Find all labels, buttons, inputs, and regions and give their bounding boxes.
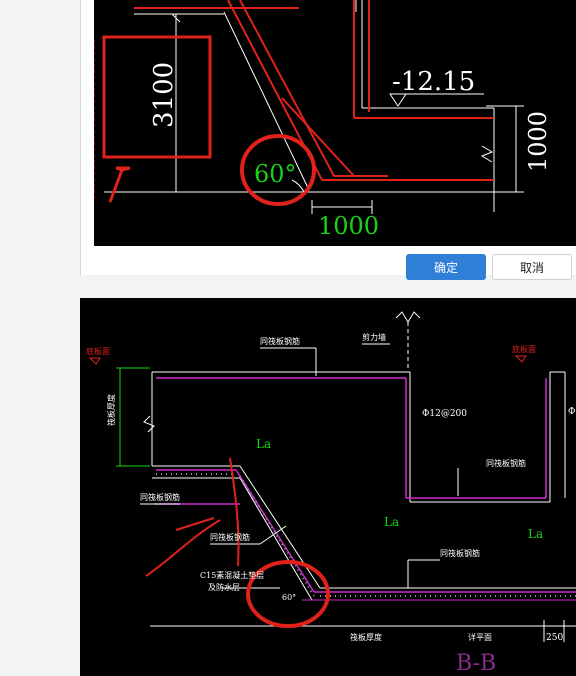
wall-label: 剪力墙: [362, 332, 386, 342]
dim-bottom-1000: 1000: [318, 212, 379, 240]
left-gutter: [0, 0, 60, 676]
cushion-label: C15素混凝土垫层: [200, 570, 264, 580]
waterproof-label: 及防水层: [208, 582, 240, 592]
rebar-left-label: 同筏板钢筋: [140, 492, 180, 502]
angle-label: 60°: [254, 160, 297, 188]
rebar-mid-label: 同筏板钢筋: [486, 458, 526, 468]
section-label: B-B: [456, 651, 496, 676]
angle-small-label: 60°: [282, 593, 296, 602]
cad-section-bb: 底板面 底板面 同筏板钢筋 剪力墙 Φ12@200 同筏板钢筋 La La La…: [86, 311, 576, 676]
cad-drawing-bottom: 底板面 底板面 同筏板钢筋 剪力墙 Φ12@200 同筏板钢筋 La La La…: [80, 298, 576, 676]
cancel-button[interactable]: 取消: [492, 254, 572, 280]
phi-right-label: Φ1: [568, 407, 576, 417]
rebar-slope-label: 同筏板钢筋: [210, 532, 250, 542]
thickness-left-label: 筏板厚度: [106, 394, 116, 426]
thickness-bottom-label: 筏板厚度: [350, 632, 382, 642]
right-marker-label: 底板面: [512, 344, 536, 354]
rebar-top-label: 同筏板钢筋: [260, 336, 300, 346]
left-marker-label: 底板面: [86, 346, 110, 356]
la-left-label: La: [384, 515, 399, 529]
elevation-label: -12.15: [392, 67, 475, 97]
phi-label: Φ12@200: [422, 409, 467, 419]
ok-button[interactable]: 确定: [406, 254, 486, 280]
la-right-label: La: [528, 527, 543, 541]
cad-drawing-top: 3100 -12.15 60° 1000 1000: [94, 0, 552, 240]
dim-height-3100: 3100: [149, 62, 179, 128]
base-level-label: 详平面: [468, 632, 492, 642]
dim-250-label: 250: [546, 633, 563, 643]
rebar-bottom-label: 同筏板钢筋: [440, 548, 480, 558]
cad-preview-top: 3100 -12.15 60° 1000 1000: [94, 0, 576, 246]
dim-right-1000: 1000: [524, 111, 552, 172]
la-top-label: La: [256, 437, 271, 451]
